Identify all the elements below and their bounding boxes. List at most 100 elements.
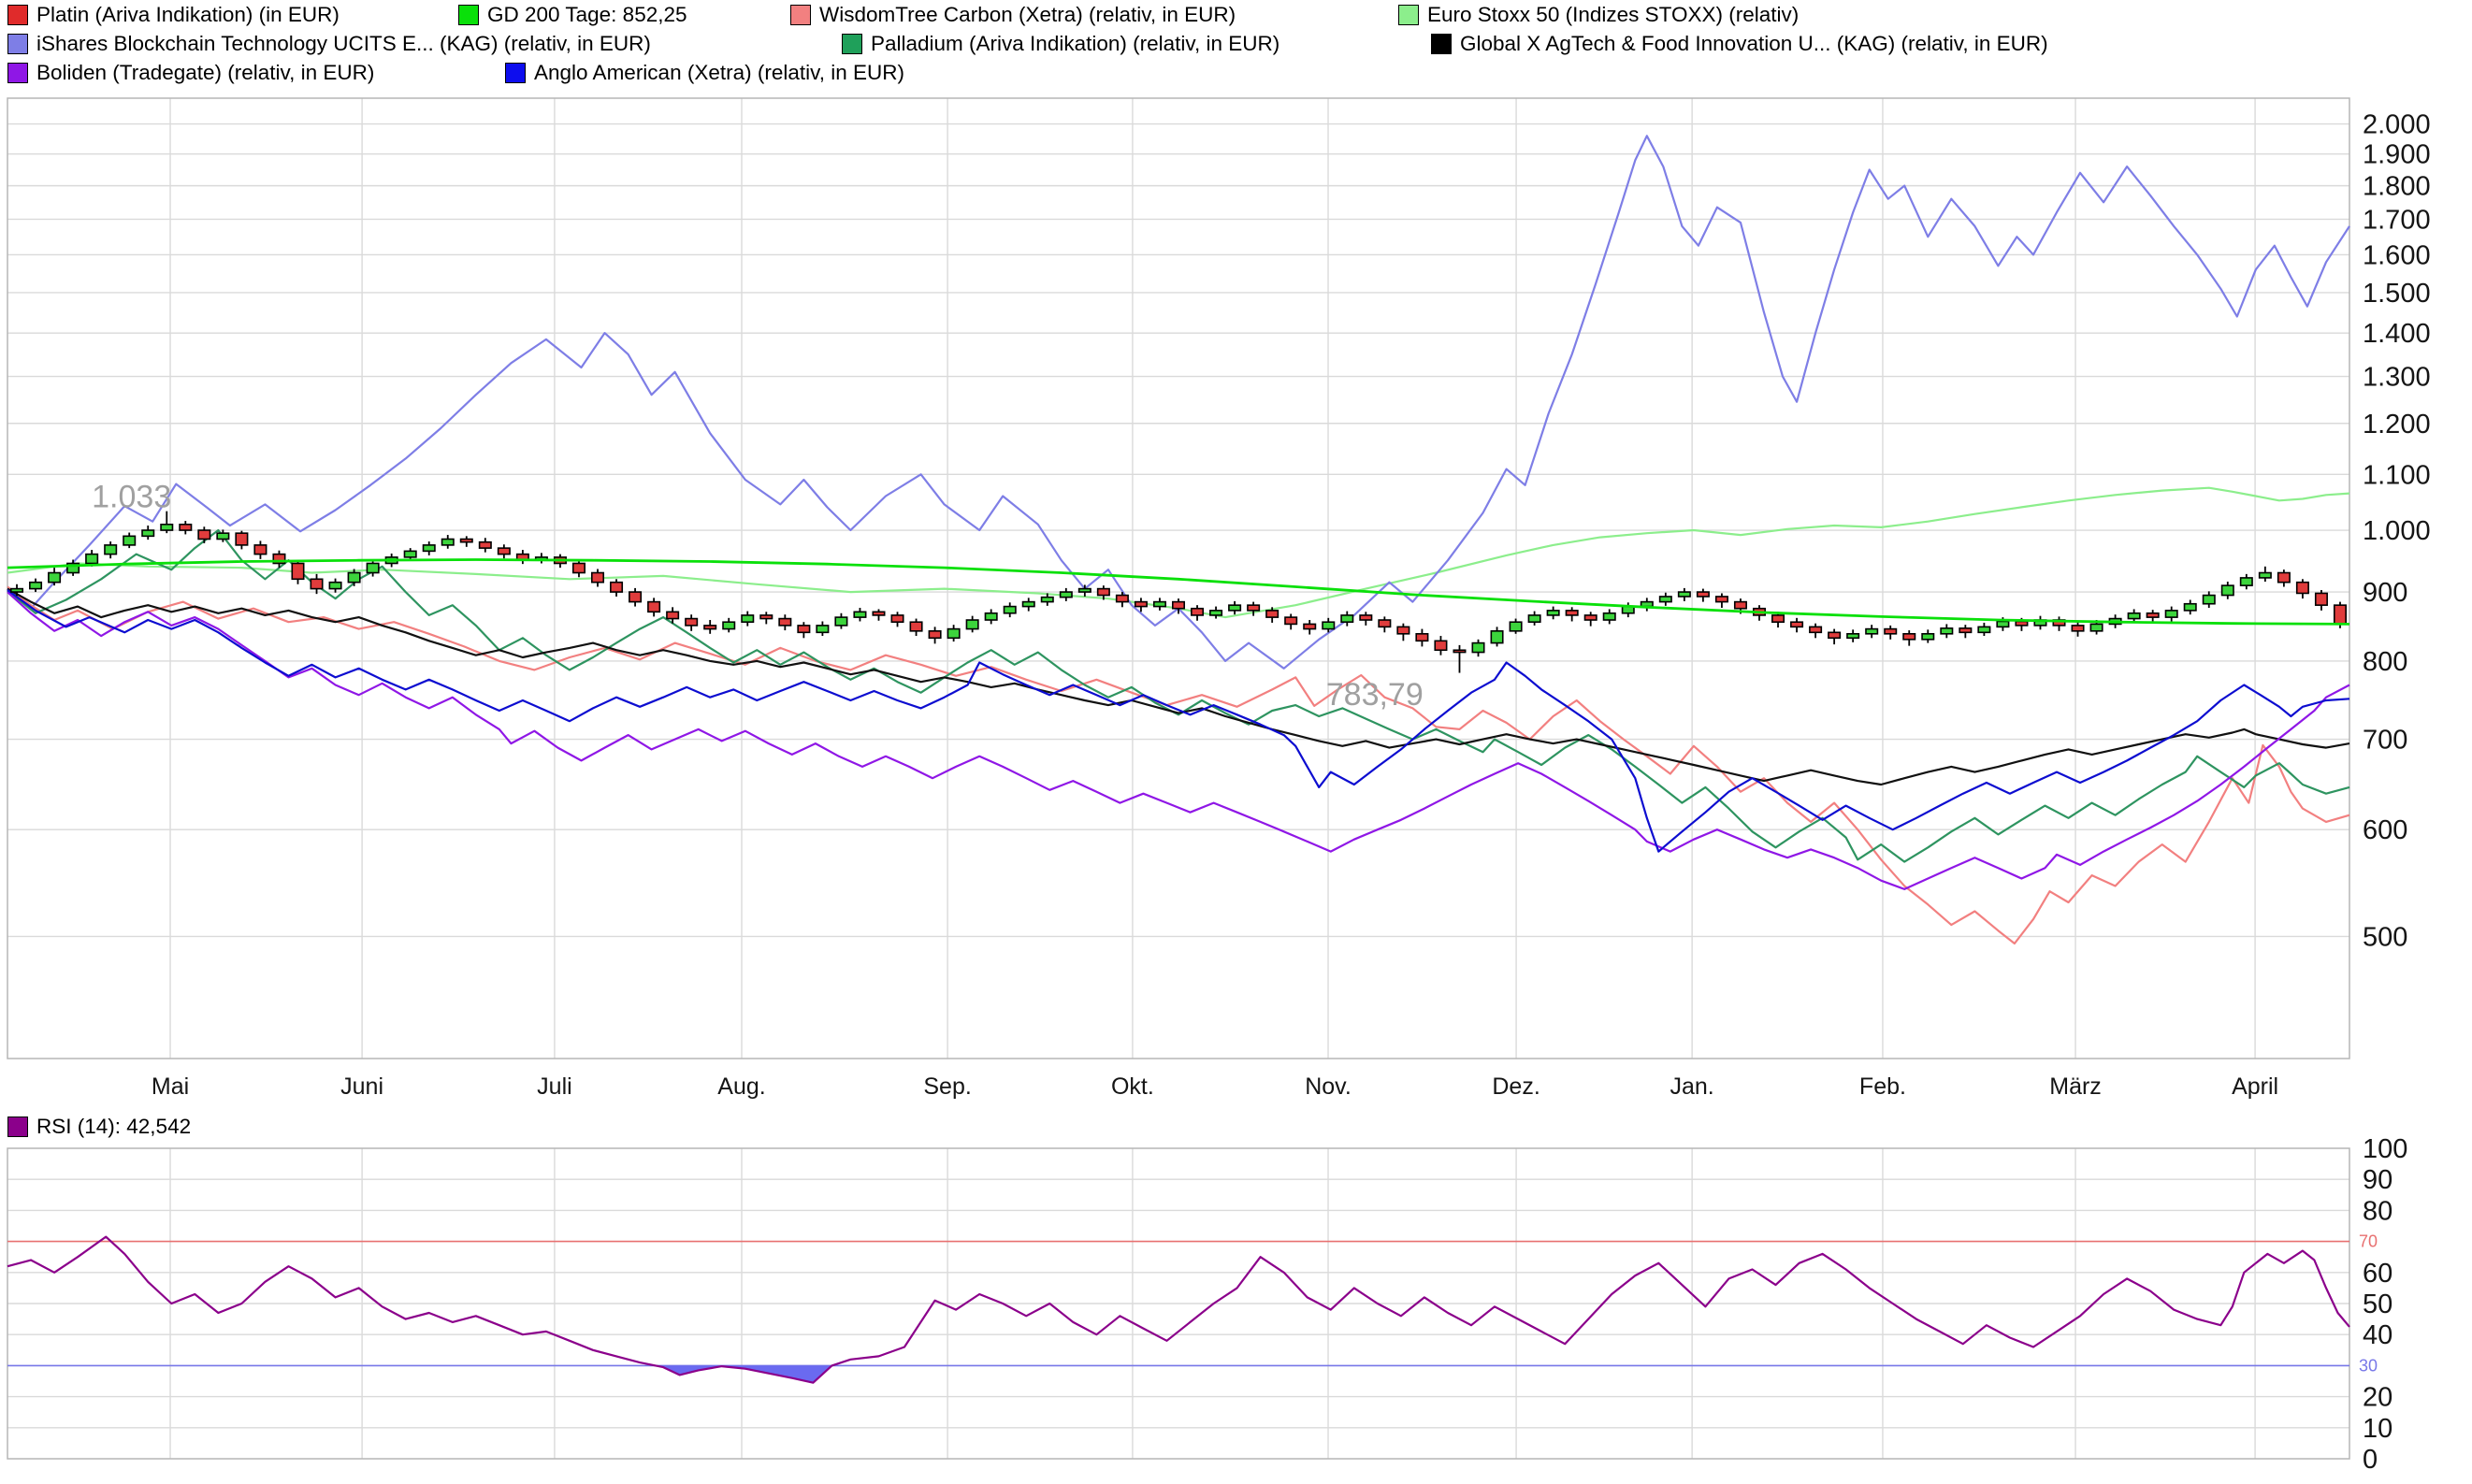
candle-body <box>2128 613 2139 619</box>
candle-body <box>1772 615 1784 622</box>
candle-body <box>985 613 996 620</box>
candle-body <box>49 573 60 583</box>
candle-body <box>854 612 865 617</box>
x-axis-month-label: Jan. <box>1670 1073 1713 1100</box>
candle-body <box>499 548 510 554</box>
candle-body <box>348 573 359 583</box>
y-axis-label: 1.400 <box>2363 319 2431 349</box>
candle-body <box>2165 611 2176 617</box>
candle-body <box>236 533 247 545</box>
candle-body <box>254 545 266 555</box>
candle-body <box>1453 650 1465 652</box>
y-axis-label: 1.900 <box>2363 140 2431 170</box>
candle-body <box>1472 643 1483 653</box>
candle-body <box>2278 573 2290 583</box>
y-axis-label: 1.500 <box>2363 279 2431 309</box>
series-line-4 <box>7 589 2349 785</box>
candle-body <box>891 615 903 622</box>
candle-body <box>2185 604 2196 611</box>
candle-body <box>2316 593 2327 605</box>
candle-body <box>180 525 191 530</box>
rsi-axis-label: 40 <box>2363 1320 2392 1350</box>
rsi-axis-label: 100 <box>2363 1134 2407 1164</box>
candle-body <box>123 536 135 545</box>
candle-body <box>442 540 454 545</box>
x-axis-month-label: Juni <box>340 1073 383 1100</box>
y-axis-label: 800 <box>2363 647 2407 677</box>
candle-body <box>929 631 940 638</box>
y-axis-label: 1.300 <box>2363 363 2431 393</box>
x-axis-month-label: Dez. <box>1492 1073 1540 1100</box>
candle-body <box>1379 620 1390 627</box>
x-axis-month-label: März <box>2049 1073 2102 1100</box>
series-line-2 <box>7 587 2349 944</box>
rsi-threshold-label-30: 30 <box>2359 1356 2378 1375</box>
candle-body <box>1042 598 1053 602</box>
price-annotation-1: 783,79 <box>1326 677 1424 713</box>
y-axis-label: 900 <box>2363 578 2407 608</box>
candle-body <box>1173 602 1184 609</box>
y-axis-label: 1.700 <box>2363 205 2431 235</box>
rsi-legend-item-swatch-icon <box>7 1117 28 1137</box>
y-axis-label: 500 <box>2363 922 2407 952</box>
candle-body <box>1791 622 1802 627</box>
candle-body <box>217 533 228 539</box>
candle-body <box>817 626 828 632</box>
rsi-line <box>7 1237 2349 1383</box>
series-line-5 <box>7 592 2349 889</box>
candle-body <box>947 629 959 639</box>
rsi-axis-label: 50 <box>2363 1289 2392 1319</box>
candle-body <box>1698 592 1709 597</box>
candle-body <box>30 583 41 589</box>
candle-body <box>1023 602 1034 607</box>
candle-body <box>1885 629 1896 634</box>
price-and-rsi-chart[interactable]: 1.033783,792.0001.9001.8001.7001.6001.50… <box>0 0 2472 1484</box>
y-axis-label: 1.600 <box>2363 240 2431 270</box>
candle-body <box>704 626 716 629</box>
candle-body <box>1210 611 1222 615</box>
y-axis-label: 2.000 <box>2363 110 2431 140</box>
candle-body <box>2147 613 2158 617</box>
candle-body <box>1117 596 1128 602</box>
candle-body <box>2090 624 2102 630</box>
x-axis-month-label: Feb. <box>1859 1073 1906 1100</box>
candle-body <box>1135 602 1147 607</box>
candle-body <box>292 563 303 579</box>
candle-body <box>1061 592 1072 598</box>
candle-body <box>1266 611 1278 617</box>
candle-body <box>1566 611 1577 615</box>
candle-body <box>1416 634 1427 641</box>
rsi-axis-label: 90 <box>2363 1165 2392 1195</box>
candle-body <box>2222 585 2233 595</box>
candle-body <box>311 579 322 588</box>
series-line-1 <box>7 136 2349 669</box>
candle-body <box>2335 605 2346 624</box>
x-axis-month-label: Mai <box>152 1073 189 1100</box>
candle-body <box>573 563 585 572</box>
y-axis-label: 700 <box>2363 726 2407 756</box>
rsi-threshold-label-70: 70 <box>2359 1232 2378 1251</box>
candle-body <box>611 583 622 592</box>
candle-body <box>480 542 491 548</box>
candle-body <box>1079 589 1091 592</box>
candle-body <box>592 573 603 583</box>
rsi-legend-item: RSI (14): 42,542 <box>7 1115 191 1139</box>
candle-body <box>1510 622 1521 631</box>
rsi-axis-label: 60 <box>2363 1259 2392 1289</box>
candle-body <box>1285 617 1296 624</box>
candle-body <box>1098 589 1109 596</box>
series-line-0 <box>7 488 2349 617</box>
candle-body <box>910 622 921 631</box>
candle-body <box>1959 628 1971 632</box>
candle-body <box>1229 605 1240 611</box>
candle-body <box>1978 627 1989 632</box>
candle-body <box>1154 602 1165 607</box>
rsi-axis-label: 20 <box>2363 1383 2392 1413</box>
candle-body <box>686 619 697 626</box>
candle-body <box>1360 615 1371 620</box>
candle-body <box>2204 596 2215 604</box>
candle-body <box>2016 621 2027 625</box>
rsi-axis-label: 10 <box>2363 1414 2392 1444</box>
candle-body <box>1397 627 1409 633</box>
candle-body <box>1547 611 1558 615</box>
